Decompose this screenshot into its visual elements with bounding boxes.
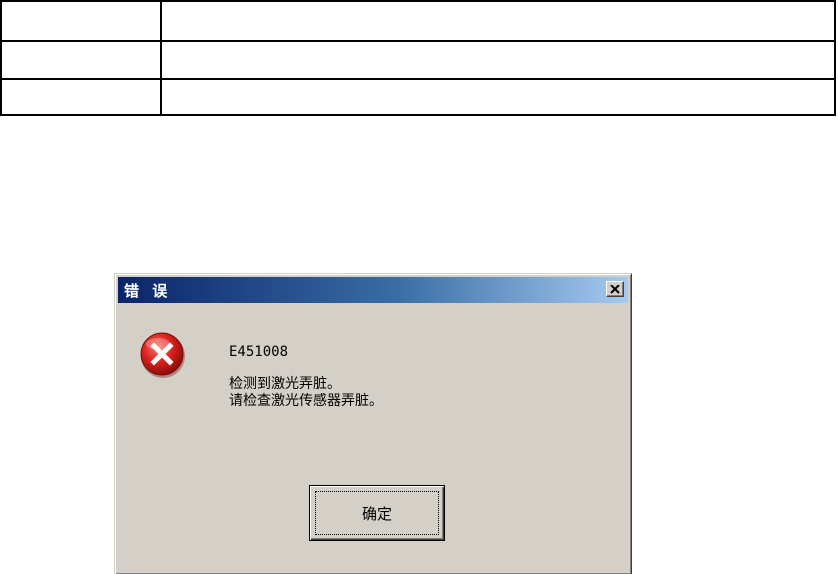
- dialog-title: 错 误: [124, 282, 172, 300]
- table-cell: [162, 42, 834, 78]
- message-line-1: 检测到激光弄脏。: [229, 376, 341, 392]
- table-row: [2, 2, 834, 42]
- error-code: E451008: [229, 344, 289, 360]
- message-line-2: 请检查激光传感器弄脏。: [229, 393, 383, 409]
- close-icon: [610, 285, 620, 294]
- error-message: E451008 检测到激光弄脏。 请检查激光传感器弄脏。: [229, 344, 383, 410]
- table-cell: [162, 2, 834, 40]
- table-row: [2, 80, 834, 116]
- ok-button[interactable]: 确定: [309, 485, 445, 541]
- table-cell: [2, 42, 162, 78]
- ok-button-label: 确定: [361, 505, 392, 523]
- close-button[interactable]: [606, 281, 624, 297]
- table-cell: [162, 80, 834, 116]
- table-row: [2, 42, 834, 80]
- table-cell: [2, 80, 162, 116]
- table-cell: [2, 2, 162, 40]
- error-dialog: 错 误 E451008 检测到激光弄脏。 请检查激光传感器弄脏。 确定: [114, 273, 632, 574]
- page: 错 误 E451008 检测到激光弄脏。 请检查激光传感器弄脏。 确定: [0, 0, 838, 574]
- error-icon: [140, 332, 185, 378]
- empty-table: [0, 0, 836, 116]
- dialog-titlebar[interactable]: 错 误: [118, 277, 628, 303]
